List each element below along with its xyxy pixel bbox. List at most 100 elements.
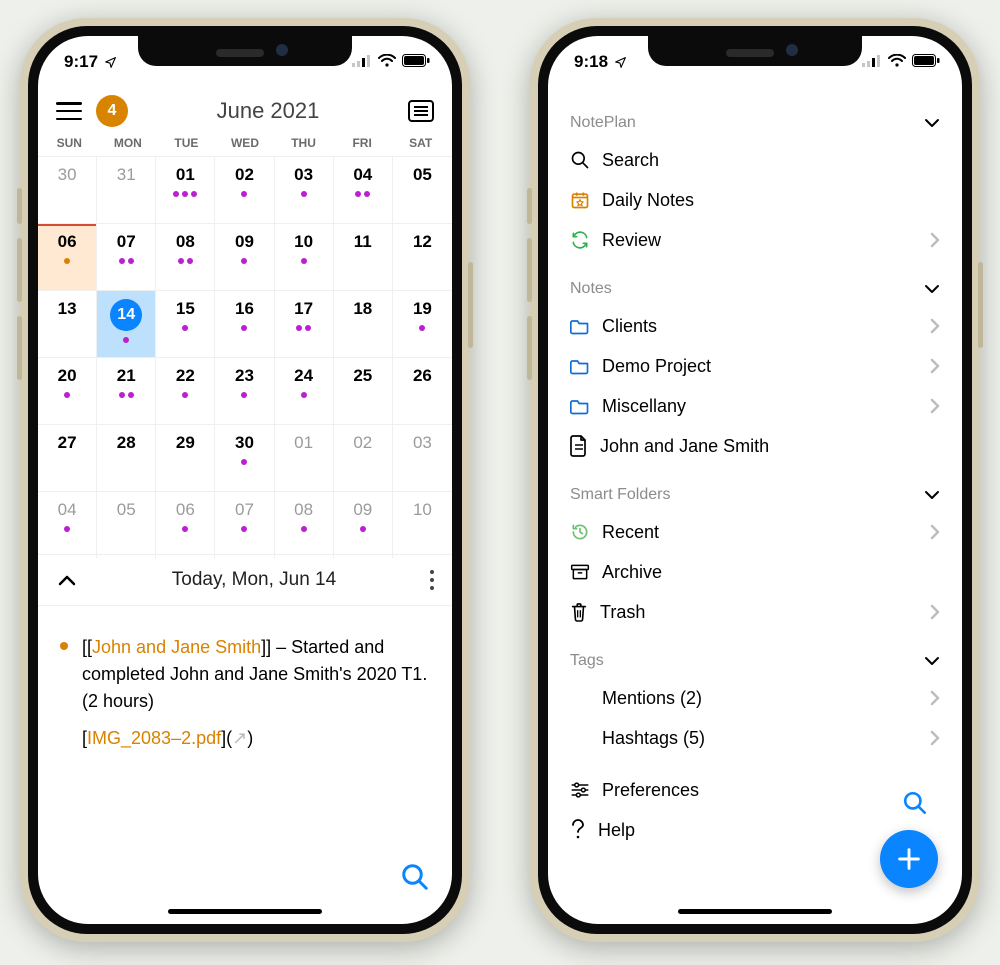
calendar-day[interactable]: 10: [393, 492, 452, 558]
section-smart-folders[interactable]: Smart Folders: [548, 478, 962, 512]
home-indicator[interactable]: [678, 909, 832, 914]
external-link-icon[interactable]: ↗: [232, 728, 247, 748]
search-button[interactable]: [902, 790, 928, 816]
wiki-link[interactable]: John and Jane Smith: [92, 637, 261, 657]
attachment-link[interactable]: IMG_2083–2.pdf: [87, 728, 221, 748]
chevron-right-icon: [930, 318, 940, 334]
location-icon: [614, 56, 627, 69]
help-icon: [570, 819, 586, 841]
search-item[interactable]: Search: [548, 140, 962, 180]
calendar-day[interactable]: 09: [334, 492, 393, 558]
calendar-day[interactable]: 06: [38, 224, 97, 290]
mentions-item[interactable]: Mentions (2): [548, 678, 962, 718]
calendar-day[interactable]: 21: [97, 358, 156, 424]
calendar-day[interactable]: 06: [156, 492, 215, 558]
section-notes[interactable]: Notes: [548, 272, 962, 306]
signal-icon: [862, 55, 882, 67]
search-button[interactable]: [400, 862, 430, 892]
menu-button[interactable]: [56, 102, 82, 120]
overdue-badge[interactable]: 4: [96, 95, 128, 127]
hashtags-item[interactable]: Hashtags (5): [548, 718, 962, 758]
calendar-day[interactable]: 31: [97, 157, 156, 223]
search-icon: [570, 150, 590, 170]
calendar-day[interactable]: 07: [97, 224, 156, 290]
calendar-day[interactable]: 26: [393, 358, 452, 424]
home-indicator[interactable]: [168, 909, 322, 914]
calendar-day[interactable]: 13: [38, 291, 97, 357]
history-icon: [570, 522, 590, 542]
status-time: 9:17: [64, 52, 98, 72]
calendar-day[interactable]: 19: [393, 291, 452, 357]
calendar-day[interactable]: 05: [97, 492, 156, 558]
more-button[interactable]: [430, 570, 434, 590]
calendar-day[interactable]: 15: [156, 291, 215, 357]
folder-miscellany[interactable]: Miscellany: [548, 386, 962, 426]
calendar-day[interactable]: 27: [38, 425, 97, 491]
bullet-dot: [60, 642, 68, 650]
calendar-day[interactable]: 29: [156, 425, 215, 491]
phone-left: 9:17 4: [20, 18, 470, 942]
calendar-day[interactable]: 09: [215, 224, 274, 290]
collapse-button[interactable]: [56, 574, 78, 586]
calendar-day[interactable]: 30: [38, 157, 97, 223]
today-bar: Today, Mon, Jun 14: [38, 554, 452, 606]
calendar-day[interactable]: 11: [334, 224, 393, 290]
chevron-down-icon: [924, 656, 940, 666]
folder-icon: [570, 357, 590, 375]
preferences-item[interactable]: Preferences: [548, 770, 962, 810]
chevron-down-icon: [924, 284, 940, 294]
calendar-day[interactable]: 18: [334, 291, 393, 357]
calendar-day[interactable]: 03: [393, 425, 452, 491]
calendar-day[interactable]: 16: [215, 291, 274, 357]
archive-item[interactable]: Archive: [548, 552, 962, 592]
calendar-day[interactable]: 04: [38, 492, 97, 558]
section-tags[interactable]: Tags: [548, 644, 962, 678]
add-note-button[interactable]: [880, 830, 938, 888]
folder-demo-project[interactable]: Demo Project: [548, 346, 962, 386]
calendar-day[interactable]: 08: [156, 224, 215, 290]
folder-icon: [570, 397, 590, 415]
phone-right: 9:18: [530, 18, 980, 942]
calendar-day[interactable]: 23: [215, 358, 274, 424]
list-view-button[interactable]: [408, 100, 434, 122]
weekday-row: SUN MON TUE WED THU FRI SAT: [38, 136, 452, 150]
calendar-day[interactable]: 02: [334, 425, 393, 491]
chevron-right-icon: [930, 730, 940, 746]
battery-icon: [402, 54, 430, 67]
calendar-day[interactable]: 02: [215, 157, 274, 223]
calendar-day[interactable]: 22: [156, 358, 215, 424]
calendar-day[interactable]: 24: [275, 358, 334, 424]
note-file-icon: [570, 435, 588, 457]
calendar-day[interactable]: 03: [275, 157, 334, 223]
calendar-day[interactable]: 08: [275, 492, 334, 558]
note-john-jane[interactable]: John and Jane Smith: [548, 426, 962, 466]
calendar-day[interactable]: 01: [275, 425, 334, 491]
today-label: Today, Mon, Jun 14: [78, 569, 430, 591]
section-app[interactable]: NotePlan: [548, 106, 962, 140]
folder-clients[interactable]: Clients: [548, 306, 962, 346]
attachment-line[interactable]: [IMG_2083–2.pdf](↗): [60, 725, 430, 752]
trash-icon: [570, 602, 588, 622]
daily-notes-item[interactable]: Daily Notes: [548, 180, 962, 220]
signal-icon: [352, 55, 372, 67]
review-item[interactable]: Review: [548, 220, 962, 260]
month-title[interactable]: June 2021: [128, 98, 408, 124]
calendar-day[interactable]: 25: [334, 358, 393, 424]
note-line[interactable]: [[John and Jane Smith]] – Started and co…: [82, 634, 430, 715]
recent-item[interactable]: Recent: [548, 512, 962, 552]
calendar-day[interactable]: 07: [215, 492, 274, 558]
calendar-day[interactable]: 20: [38, 358, 97, 424]
calendar-day[interactable]: 01: [156, 157, 215, 223]
calendar-day[interactable]: 30: [215, 425, 274, 491]
calendar-day[interactable]: 17: [275, 291, 334, 357]
calendar-day[interactable]: 04: [334, 157, 393, 223]
status-time: 9:18: [574, 52, 608, 72]
calendar-day[interactable]: 28: [97, 425, 156, 491]
calendar-day[interactable]: 14: [97, 291, 156, 357]
calendar-day[interactable]: 05: [393, 157, 452, 223]
note-area[interactable]: [[John and Jane Smith]] – Started and co…: [38, 616, 452, 752]
calendar-day[interactable]: 10: [275, 224, 334, 290]
chevron-right-icon: [930, 604, 940, 620]
trash-item[interactable]: Trash: [548, 592, 962, 632]
calendar-day[interactable]: 12: [393, 224, 452, 290]
